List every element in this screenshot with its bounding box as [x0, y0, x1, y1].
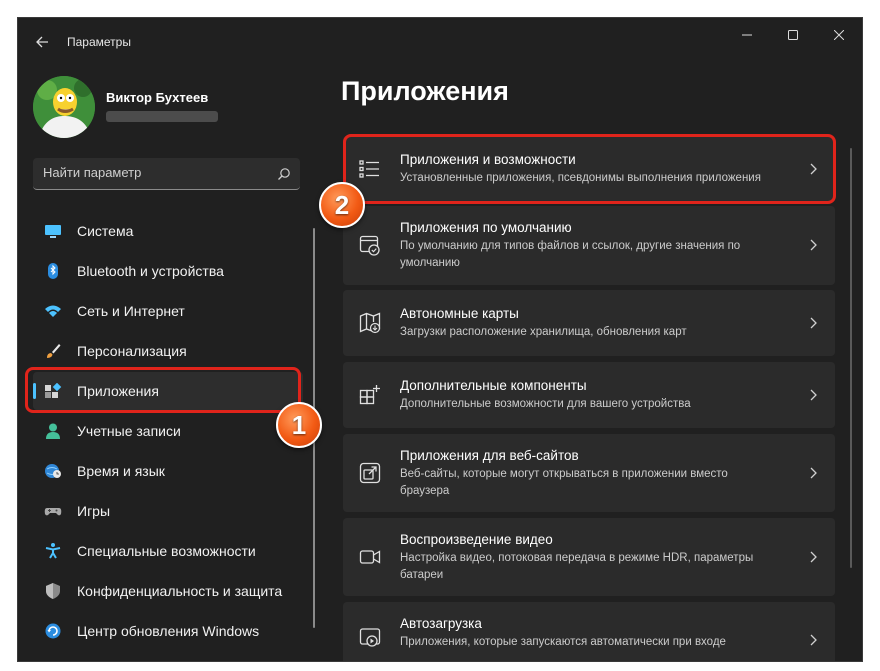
brush-icon	[47, 344, 61, 358]
card-title: Приложения и возможности	[400, 152, 576, 167]
settings-window: Параметры Виктор Бухтеев Найти параметр …	[17, 17, 863, 662]
sidebar-item-system[interactable]: Система	[33, 212, 303, 250]
sidebar-item-windows-update[interactable]: Центр обновления Windows	[33, 612, 303, 650]
video-icon	[359, 550, 381, 564]
sidebar-item-bluetooth[interactable]: Bluetooth и устройства	[33, 252, 303, 290]
gamepad-icon	[44, 508, 62, 516]
user-email-blurred	[106, 111, 218, 122]
card-offline-maps[interactable]: Автономные карты Загрузки расположение х…	[343, 290, 835, 356]
card-description: Веб-сайты, которые могут открываться в п…	[400, 468, 728, 497]
app-title: Параметры	[67, 35, 131, 49]
wifi-icon	[45, 305, 61, 317]
sidebar-item-label: Специальные возможности	[77, 543, 256, 559]
sidebar-item-accessibility[interactable]: Специальные возможности	[33, 532, 303, 570]
add-components-icon	[359, 385, 380, 405]
person-icon	[46, 423, 60, 439]
sidebar-item-accounts[interactable]: Учетные записи	[33, 412, 303, 450]
step-badge-1: 1	[276, 402, 322, 448]
title-bar: Параметры	[18, 18, 862, 64]
sidebar-item-network[interactable]: Сеть и Интернет	[33, 292, 303, 330]
card-description: Загрузки расположение хранилища, обновле…	[400, 326, 687, 338]
close-button[interactable]	[816, 18, 862, 52]
sidebar-item-label: Персонализация	[77, 343, 187, 359]
sidebar-item-apps[interactable]: Приложения	[33, 372, 303, 410]
monitor-icon	[45, 225, 61, 238]
search-icon[interactable]	[276, 166, 292, 182]
startup-icon	[359, 628, 381, 647]
update-icon	[45, 623, 61, 639]
back-button[interactable]	[28, 28, 56, 56]
chevron-right-icon	[810, 317, 817, 329]
avatar[interactable]	[33, 76, 95, 138]
sidebar-item-label: Учетные записи	[77, 423, 181, 439]
card-title: Приложения по умолчанию	[400, 220, 572, 235]
search-box[interactable]	[33, 158, 300, 190]
card-title: Дополнительные компоненты	[400, 378, 587, 393]
accessibility-icon	[45, 543, 61, 559]
chevron-right-icon	[810, 239, 817, 251]
card-startup[interactable]: Автозагрузка Приложения, которые запуска…	[343, 602, 835, 661]
card-description: Приложения, которые запускаются автомати…	[400, 636, 726, 648]
sidebar-item-label: Конфиденциальность и защита	[77, 583, 283, 599]
card-description: Установленные приложения, псевдонимы вып…	[400, 172, 761, 184]
minimize-button[interactable]	[724, 18, 770, 52]
user-name: Виктор Бухтеев	[106, 90, 209, 105]
card-description: Дополнительные возможности для вашего ус…	[400, 398, 691, 410]
step-badge-2: 2	[319, 182, 365, 228]
sidebar-item-label: Приложения	[77, 383, 159, 399]
bluetooth-icon	[48, 263, 58, 279]
card-title: Воспроизведение видео	[400, 532, 553, 547]
sidebar-item-label: Время и язык	[77, 463, 165, 479]
card-title: Автономные карты	[400, 306, 519, 321]
page-title: Приложения	[341, 76, 509, 106]
card-default-apps[interactable]: Приложения по умолчанию По умолчанию для…	[343, 206, 835, 285]
maximize-icon	[788, 30, 798, 40]
avatar-image-icon	[33, 76, 95, 138]
search-input[interactable]	[43, 165, 263, 180]
sidebar-item-label: Центр обновления Windows	[77, 623, 260, 639]
sidebar-item-label: Сеть и Интернет	[77, 303, 185, 319]
sidebar-item-privacy[interactable]: Конфиденциальность и защита	[33, 572, 303, 610]
map-icon	[359, 312, 381, 334]
chevron-right-icon	[810, 634, 817, 646]
chevron-right-icon	[810, 467, 817, 479]
sidebar-nav: Система Bluetooth и устройства Сеть и Ин…	[33, 212, 303, 652]
sidebar-item-gaming[interactable]: Игры	[33, 492, 303, 530]
sidebar-item-label: Bluetooth и устройства	[77, 263, 224, 279]
shield-icon	[46, 583, 60, 599]
minimize-icon	[742, 34, 752, 36]
list-icon	[359, 160, 379, 178]
globe-clock-icon	[45, 464, 61, 478]
card-description: Настройка видео, потоковая передача в ре…	[400, 552, 754, 581]
card-description: По умолчанию для типов файлов и ссылок, …	[400, 240, 741, 269]
card-apps-features[interactable]: Приложения и возможности Установленные п…	[343, 136, 835, 202]
web-apps-icon	[359, 462, 381, 484]
chevron-right-icon	[810, 163, 817, 175]
maximize-button[interactable]	[770, 18, 816, 52]
default-apps-icon	[359, 235, 380, 256]
content-scrollbar[interactable]	[850, 148, 852, 568]
sidebar-item-label: Система	[77, 223, 134, 239]
back-arrow-icon	[36, 36, 48, 48]
chevron-right-icon	[810, 389, 817, 401]
sidebar-item-label: Игры	[77, 503, 111, 519]
card-video-playback[interactable]: Воспроизведение видео Настройка видео, п…	[343, 518, 835, 596]
chevron-right-icon	[810, 551, 817, 563]
sidebar-item-personalization[interactable]: Персонализация	[33, 332, 303, 370]
active-indicator	[33, 383, 36, 399]
card-optional-features[interactable]: Дополнительные компоненты Дополнительные…	[343, 362, 835, 428]
apps-icon	[45, 383, 62, 398]
card-apps-for-websites[interactable]: Приложения для веб-сайтов Веб-сайты, кот…	[343, 434, 835, 512]
close-icon	[834, 30, 844, 40]
card-title: Автозагрузка	[400, 616, 482, 631]
sidebar-item-time-language[interactable]: Время и язык	[33, 452, 303, 490]
card-title: Приложения для веб-сайтов	[400, 448, 579, 463]
